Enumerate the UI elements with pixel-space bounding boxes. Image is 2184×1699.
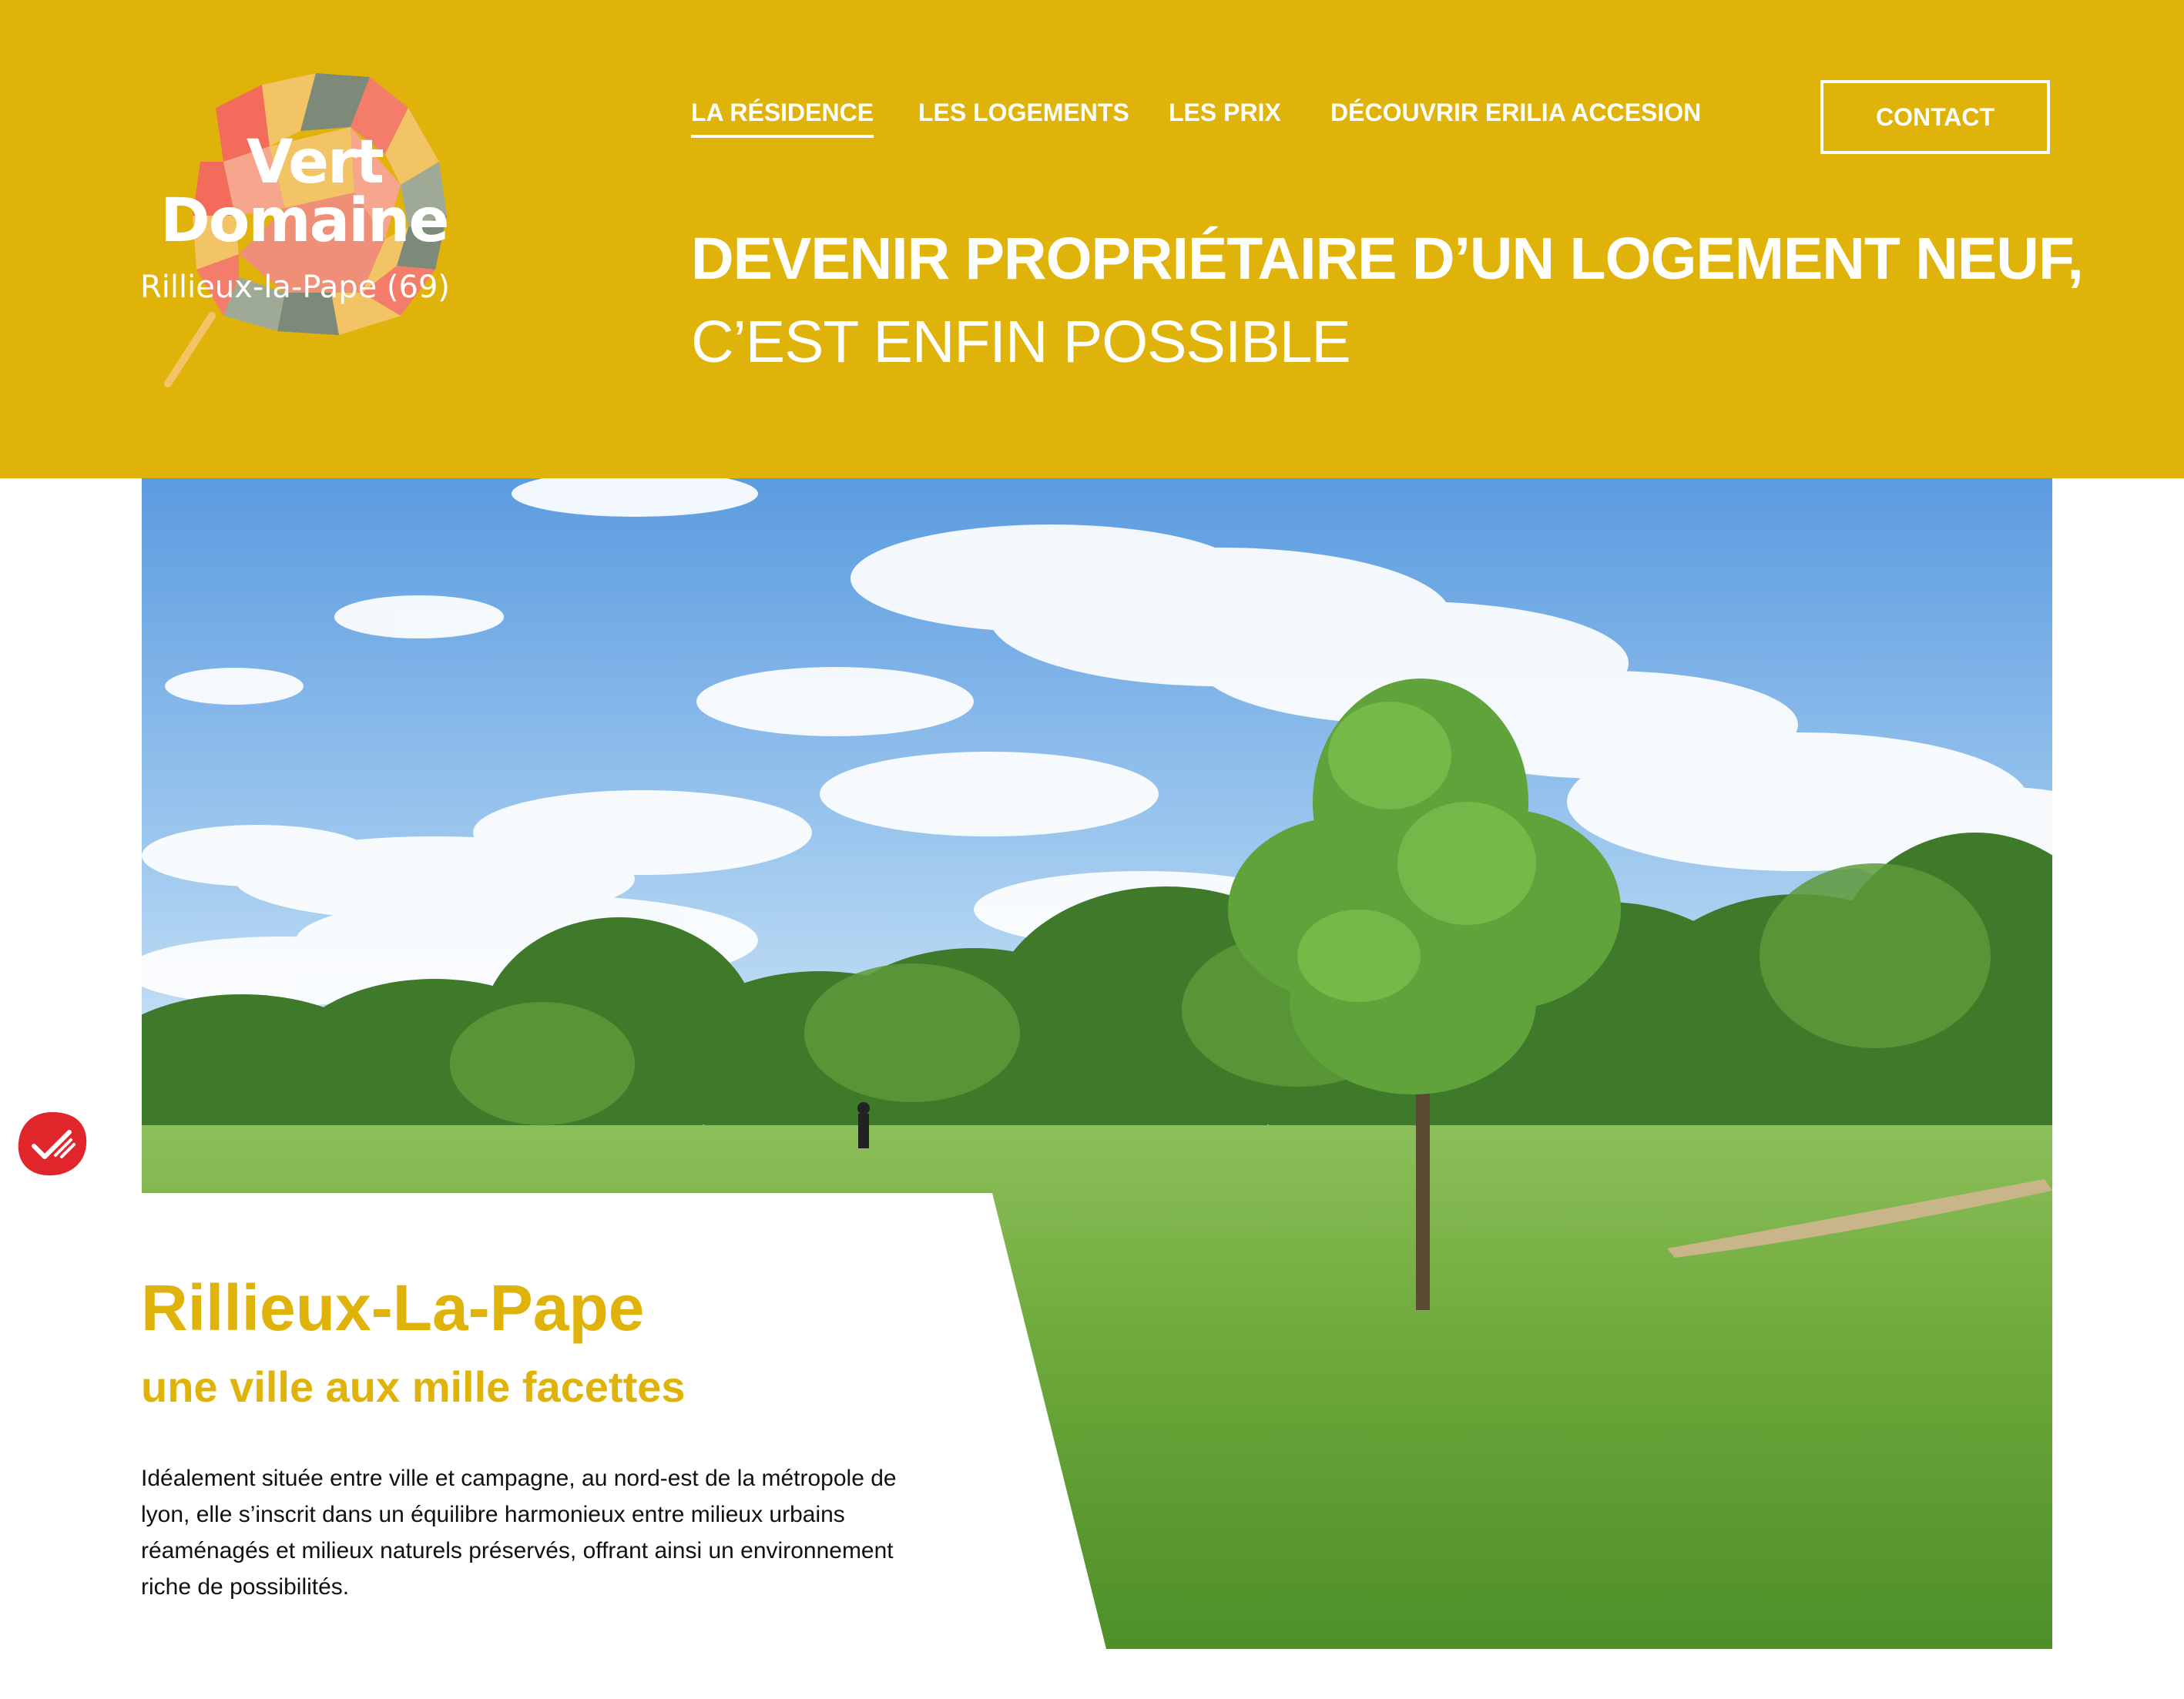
logo-title-line1: Vert	[247, 128, 384, 197]
intro-body: Idéalement située entre ville et campagn…	[141, 1466, 897, 1600]
nav-item-decouvrir-erilia[interactable]: DÉCOUVRIR ERILIA ACCESION	[1330, 99, 1701, 127]
logo-location: Rillieux-la-Pape (69)	[140, 270, 451, 305]
nav-item-la-residence[interactable]: LA RÉSIDENCE	[691, 99, 874, 138]
logo-title-line2: Domaine	[160, 186, 449, 256]
checkmark-badge-icon[interactable]	[15, 1109, 89, 1178]
nav-item-les-prix[interactable]: LES PRIX	[1169, 99, 1281, 127]
site-logo[interactable]: Vert Domaine Rillieux-la-Pape (69)	[131, 62, 516, 393]
nav-item-les-logements[interactable]: LES LOGEMENTS	[918, 99, 1129, 127]
hero-subheadline: C’EST ENFIN POSSIBLE	[691, 309, 1351, 375]
contact-button[interactable]: CONTACT	[1820, 80, 2050, 154]
intro-title: Rillieux-La-Pape	[141, 1272, 645, 1344]
hero-headline: DEVENIR PROPRIÉTAIRE D’UN LOGEMENT NEUF,	[691, 226, 2084, 292]
site-header: Vert Domaine Rillieux-la-Pape (69) LA RÉ…	[0, 0, 2184, 478]
intro-subtitle: une ville aux mille facettes	[141, 1362, 686, 1411]
